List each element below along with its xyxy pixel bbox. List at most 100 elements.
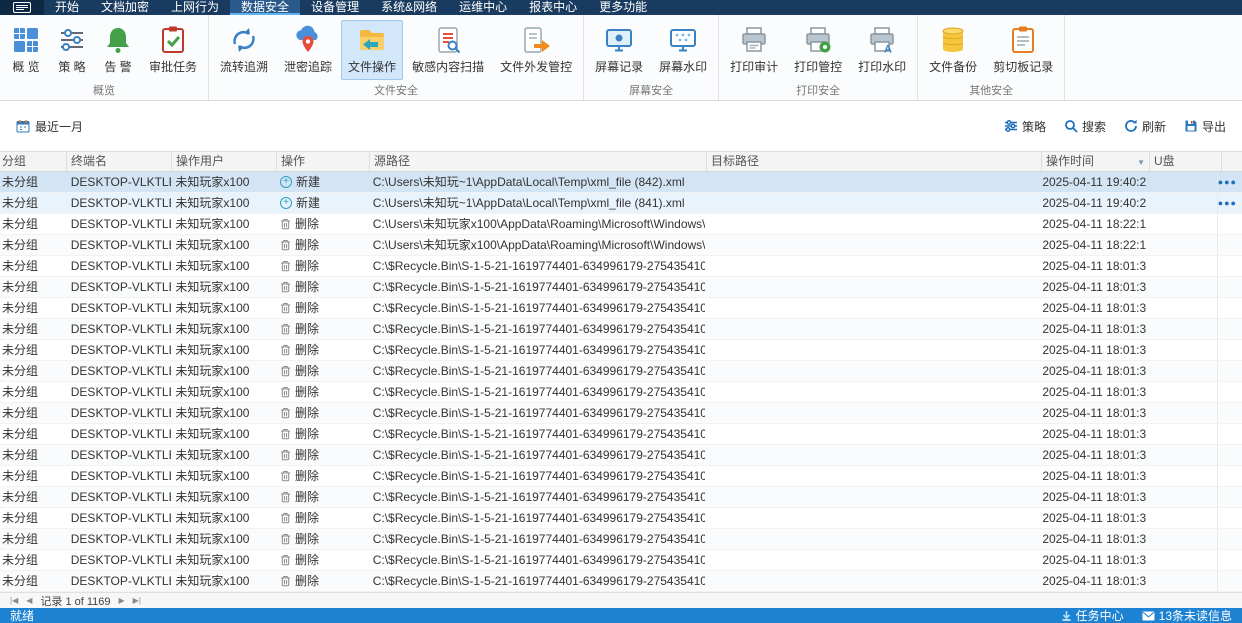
- cell-usb: [1146, 172, 1218, 192]
- column-header-terminal[interactable]: 终端名: [67, 152, 172, 171]
- table-row[interactable]: 未分组 DESKTOP-VLKTLE1 未知玩家x100 删除 C:\$Recy…: [0, 508, 1242, 529]
- table-row[interactable]: 未分组 DESKTOP-VLKTLE1 未知玩家x100 删除 C:\$Recy…: [0, 277, 1242, 298]
- ribbon-item-print-watermark[interactable]: A 打印水印: [851, 20, 913, 80]
- ribbon-item-file-outgoing[interactable]: 文件外发管控: [493, 20, 579, 80]
- first-page-button[interactable]: [10, 596, 18, 605]
- refresh-button[interactable]: 刷新: [1124, 118, 1166, 135]
- table-row[interactable]: 未分组 DESKTOP-VLKTLE1 未知玩家x100 删除 C:\$Recy…: [0, 382, 1242, 403]
- table-row[interactable]: 未分组 DESKTOP-VLKTLE1 未知玩家x100 删除 C:\$Recy…: [0, 256, 1242, 277]
- search-button[interactable]: 搜索: [1064, 118, 1106, 135]
- ribbon-item-screen-record[interactable]: 屏幕记录: [588, 20, 650, 80]
- unread-messages-button[interactable]: 13条未读信息: [1142, 607, 1232, 623]
- cell-terminal: DESKTOP-VLKTLE1: [70, 511, 172, 525]
- cell-time: 2025-04-11 18:01:38: [1042, 259, 1146, 273]
- column-header-user[interactable]: 操作用户: [172, 152, 277, 171]
- table-body: 未分组 DESKTOP-VLKTLE1 未知玩家x100 新建 C:\Users…: [0, 172, 1242, 592]
- date-range-filter[interactable]: 最近一月: [16, 118, 83, 135]
- column-header-target-path[interactable]: 目标路径: [707, 152, 1042, 171]
- ribbon-item-print-control[interactable]: 打印管控: [787, 20, 849, 80]
- menu-item-internet-behavior[interactable]: 上网行为: [160, 0, 230, 15]
- ribbon-item-leak-track[interactable]: 泄密追踪: [277, 20, 339, 80]
- table-row[interactable]: 未分组 DESKTOP-VLKTLE1 未知玩家x100 删除 C:\$Recy…: [0, 340, 1242, 361]
- menu-item-data-security[interactable]: 数据安全: [230, 0, 301, 15]
- column-header-usb[interactable]: U盘: [1150, 152, 1222, 171]
- filter-toolbar: 最近一月 策略 搜索 刷新 导出: [0, 101, 1242, 151]
- table-row[interactable]: 未分组 DESKTOP-VLKTLE1 未知玩家x100 删除 C:\$Recy…: [0, 424, 1242, 445]
- ribbon-item-flow-trace[interactable]: 流转追溯: [213, 20, 275, 80]
- ribbon: 概 览 策 略 告 警 审批任务 概览 流转追溯 泄密追踪 文件操作 敏感内容扫…: [0, 15, 1242, 101]
- cell-time: 2025-04-11 18:01:38: [1042, 364, 1146, 378]
- cell-time: 2025-04-11 18:01:38: [1042, 385, 1146, 399]
- ribbon-item-screen-watermark[interactable]: 屏幕水印: [652, 20, 714, 80]
- ribbon-item-alert[interactable]: 告 警: [96, 20, 140, 80]
- ribbon-item-file-operations[interactable]: 文件操作: [341, 20, 404, 80]
- cell-group: 未分组: [2, 574, 39, 588]
- delete-trash-icon: [281, 408, 291, 419]
- menu-item-ops-center[interactable]: 运维中心: [448, 0, 518, 15]
- app-menu-button[interactable]: [0, 0, 44, 15]
- column-header-group[interactable]: 分组: [0, 152, 67, 171]
- last-page-button[interactable]: [133, 596, 141, 605]
- ribbon-item-policy[interactable]: 策 略: [50, 20, 94, 80]
- task-center-icon: [1062, 611, 1071, 621]
- cell-source-path: C:\$Recycle.Bin\S-1-5-21-1619774401-6349…: [372, 385, 705, 399]
- new-file-icon: [280, 197, 293, 209]
- policy-button[interactable]: 策略: [1004, 118, 1046, 135]
- ribbon-item-file-backup[interactable]: 文件备份: [922, 20, 984, 80]
- table-row[interactable]: 未分组 DESKTOP-VLKTLE1 未知玩家x100 删除 C:\$Recy…: [0, 319, 1242, 340]
- prev-page-button[interactable]: [26, 596, 32, 605]
- table-row[interactable]: 未分组 DESKTOP-VLKTLE1 未知玩家x100 删除 C:\$Recy…: [0, 571, 1242, 592]
- unread-messages-label: 13条未读信息: [1158, 609, 1232, 623]
- table-row[interactable]: 未分组 DESKTOP-VLKTLE1 未知玩家x100 新建 C:\Users…: [0, 172, 1242, 193]
- menu-item-more-functions[interactable]: 更多功能: [588, 0, 658, 15]
- column-header-source-path[interactable]: 源路径: [370, 152, 707, 171]
- table-row[interactable]: 未分组 DESKTOP-VLKTLE1 未知玩家x100 删除 C:\Users…: [0, 235, 1242, 256]
- table-row[interactable]: 未分组 DESKTOP-VLKTLE1 未知玩家x100 删除 C:\$Recy…: [0, 298, 1242, 319]
- table-row[interactable]: 未分组 DESKTOP-VLKTLE1 未知玩家x100 删除 C:\Users…: [0, 214, 1242, 235]
- ribbon-item-overview[interactable]: 概 览: [4, 20, 48, 80]
- cell-user: 未知玩家x100: [175, 574, 250, 588]
- ribbon-group-label: 概览: [93, 85, 115, 97]
- cell-time: 2025-04-11 18:01:38: [1042, 469, 1146, 483]
- cell-user: 未知玩家x100: [175, 322, 250, 336]
- row-actions-menu[interactable]: [1218, 177, 1242, 187]
- cell-user: 未知玩家x100: [175, 217, 250, 231]
- menu-item-system-network[interactable]: 系统&网络: [370, 0, 448, 15]
- ribbon-item-clipboard-record[interactable]: 剪切板记录: [986, 20, 1060, 80]
- cell-user: 未知玩家x100: [175, 511, 250, 525]
- task-center-button[interactable]: 任务中心: [1061, 607, 1124, 623]
- table-row[interactable]: 未分组 DESKTOP-VLKTLE1 未知玩家x100 删除 C:\$Recy…: [0, 361, 1242, 382]
- next-page-button[interactable]: [119, 596, 125, 605]
- column-header-operation[interactable]: 操作: [277, 152, 370, 171]
- delete-trash-icon: [281, 303, 291, 314]
- cell-terminal: DESKTOP-VLKTLE1: [70, 469, 172, 483]
- cell-group: 未分组: [2, 427, 39, 441]
- menu-item-start[interactable]: 开始: [44, 0, 90, 15]
- policy-filter-icon: [1004, 120, 1017, 132]
- cell-user: 未知玩家x100: [175, 385, 250, 399]
- cell-target-path: [705, 508, 1039, 528]
- table-row[interactable]: 未分组 DESKTOP-VLKTLE1 未知玩家x100 删除 C:\$Recy…: [0, 445, 1242, 466]
- menu-item-doc-encryption[interactable]: 文档加密: [90, 0, 160, 15]
- cell-terminal: DESKTOP-VLKTLE1: [70, 238, 172, 252]
- table-row[interactable]: 未分组 DESKTOP-VLKTLE1 未知玩家x100 删除 C:\$Recy…: [0, 550, 1242, 571]
- table-row[interactable]: 未分组 DESKTOP-VLKTLE1 未知玩家x100 删除 C:\$Recy…: [0, 529, 1242, 550]
- ribbon-item-label: 文件备份: [929, 60, 978, 74]
- ribbon-item-sensitive-scan[interactable]: 敏感内容扫描: [405, 20, 491, 80]
- column-header-time[interactable]: 操作时间: [1042, 152, 1150, 171]
- menu-item-report-center[interactable]: 报表中心: [518, 0, 588, 15]
- ribbon-item-print-audit[interactable]: 打印审计: [723, 20, 785, 80]
- menu-item-device-management[interactable]: 设备管理: [300, 0, 370, 15]
- ribbon-item-approval-tasks[interactable]: 审批任务: [142, 20, 204, 80]
- table-row[interactable]: 未分组 DESKTOP-VLKTLE1 未知玩家x100 删除 C:\$Recy…: [0, 403, 1242, 424]
- cell-target-path: [705, 319, 1039, 339]
- table-row[interactable]: 未分组 DESKTOP-VLKTLE1 未知玩家x100 新建 C:\Users…: [0, 193, 1242, 214]
- ribbon-group-label: 屏幕安全: [629, 85, 674, 97]
- row-actions-menu[interactable]: [1218, 198, 1242, 208]
- record-count-label: 记录 1 of 1169: [40, 595, 111, 608]
- table-row[interactable]: 未分组 DESKTOP-VLKTLE1 未知玩家x100 删除 C:\$Recy…: [0, 487, 1242, 508]
- export-button[interactable]: 导出: [1184, 118, 1226, 135]
- cell-usb: [1146, 424, 1218, 444]
- delete-trash-icon: [281, 345, 291, 356]
- table-row[interactable]: 未分组 DESKTOP-VLKTLE1 未知玩家x100 删除 C:\$Recy…: [0, 466, 1242, 487]
